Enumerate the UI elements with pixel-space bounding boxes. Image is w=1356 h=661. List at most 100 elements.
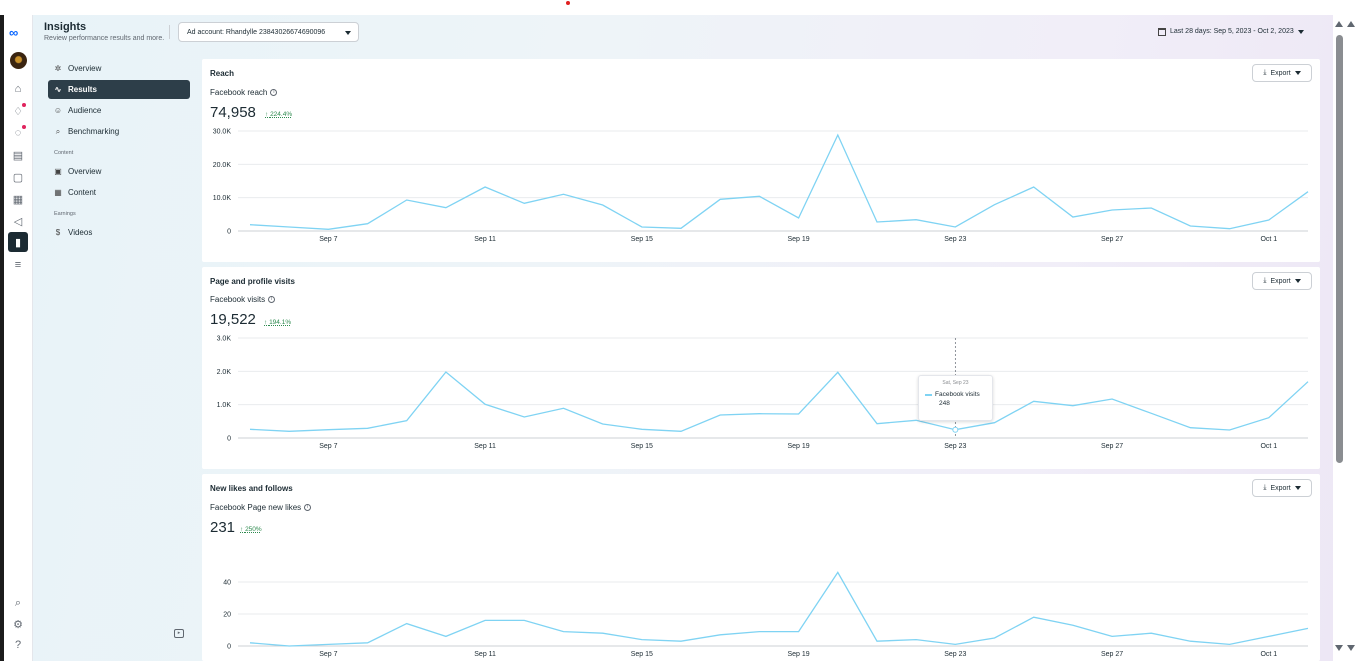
nav-item-label: Overview	[68, 167, 102, 176]
x-tick-label: Oct 1	[1260, 443, 1277, 450]
menu-icon[interactable]: ≡	[10, 257, 26, 273]
tooltip-series-name: Facebook visits	[935, 391, 980, 398]
contact-card-icon[interactable]: ▤	[10, 147, 26, 163]
notifications-icon[interactable]: ♢	[10, 103, 26, 119]
tooltip-value: 248	[939, 400, 950, 407]
nav-item-label: Content	[68, 188, 97, 197]
x-tick-label: Sep 27	[1101, 443, 1123, 450]
scroll-up-icon[interactable]	[1335, 21, 1343, 27]
nav-item-label: Overview	[68, 64, 102, 73]
nav-item-label: Benchmarking	[68, 127, 120, 136]
nav-item-results[interactable]: ∿ Results	[48, 80, 190, 99]
visits-card: Page and profile visits ⤓ Export Faceboo…	[202, 267, 1320, 469]
tooltip-date: Sat, Sep 23	[942, 380, 969, 386]
x-tick-label: Sep 15	[631, 236, 653, 243]
page-scrollbar[interactable]	[1333, 15, 1356, 661]
y-tick-label: 10.0K	[213, 195, 232, 202]
nav-item-content-overview[interactable]: ▣ Overview	[48, 162, 190, 181]
audience-icon: ☺	[53, 106, 63, 115]
y-tick-label: 30.0K	[213, 129, 232, 136]
nav-item-videos[interactable]: $ Videos	[48, 223, 190, 242]
x-tick-label: Sep 7	[319, 651, 337, 658]
help-icon[interactable]: ?	[10, 637, 26, 653]
x-tick-label: Sep 19	[787, 651, 809, 658]
top-strip	[0, 0, 1356, 15]
ads-megaphone-icon[interactable]: ◁	[10, 213, 26, 229]
x-tick-label: Oct 1	[1260, 651, 1277, 658]
x-tick-label: Sep 11	[474, 443, 496, 450]
nav-item-label: Videos	[68, 228, 93, 237]
benchmarking-icon: ⌕	[55, 126, 61, 136]
x-tick-label: Oct 1	[1260, 236, 1277, 243]
activity-icon[interactable]: ◌	[10, 125, 26, 141]
pages-icon[interactable]: ▢	[10, 169, 26, 185]
overview-icon: ✲	[54, 64, 62, 73]
likes-chart: 0 20 40 Sep 7 Sep 11 Sep 15 Sep 19 Sep 23 Sep 27…	[223, 571, 1309, 658]
home-icon[interactable]: ⌂	[10, 81, 26, 97]
reach-card: Reach ⤓ Export Facebook reach i 74,958 ↑…	[202, 59, 1320, 262]
series-swatch	[925, 393, 932, 396]
settings-icon[interactable]: ⚙	[10, 616, 26, 632]
collapse-sidebar-icon[interactable]: ▸	[174, 629, 184, 638]
y-tick-label: 0	[227, 644, 231, 651]
tooltip-series: Facebook visits	[925, 391, 986, 398]
calendar-icon	[1158, 27, 1166, 36]
nav-section-content: Content	[54, 150, 74, 156]
x-tick-label: Sep 15	[631, 443, 653, 450]
nav-item-benchmarking[interactable]: ⌕ Benchmarking	[48, 122, 190, 141]
nav-item-content[interactable]: ▦ Content	[48, 183, 190, 202]
date-range-picker[interactable]: Last 28 days: Sep 5, 2023 - Oct 2, 2023	[1158, 25, 1304, 38]
avatar[interactable]	[10, 52, 27, 69]
x-tick-label: Sep 7	[319, 443, 337, 450]
activity-badge	[22, 125, 26, 129]
dollar-icon: $	[55, 228, 61, 237]
y-tick-label: 20.0K	[213, 162, 232, 169]
page-title: Insights	[44, 21, 87, 33]
y-tick-label: 20	[223, 612, 231, 619]
x-tick-label: Sep 23	[944, 651, 966, 658]
y-tick-label: 3.0K	[217, 336, 232, 343]
recording-dot	[566, 1, 570, 5]
chevron-down-icon	[345, 31, 351, 35]
series-line	[249, 371, 1309, 432]
nav-item-label: Audience	[68, 106, 102, 115]
x-tick-label: Sep 27	[1101, 236, 1123, 243]
scroll-down-icon[interactable]	[1347, 645, 1355, 651]
y-tick-label: 0	[227, 436, 231, 443]
content-table-icon: ▦	[54, 188, 62, 197]
likes-card: New likes and follows ⤓ Export Facebook …	[202, 474, 1320, 661]
hover-point	[952, 426, 959, 433]
search-icon[interactable]: ⌕	[10, 595, 26, 611]
y-tick-label: 0	[227, 229, 231, 236]
nav-section-earnings: Earnings	[54, 211, 76, 217]
x-tick-label: Sep 19	[787, 236, 809, 243]
ad-account-label: Ad account: Rhandylle 23843026674690096	[187, 28, 326, 36]
grid-icon[interactable]: ▦	[10, 191, 26, 207]
x-tick-label: Sep 11	[474, 236, 496, 243]
content-overview-icon: ▣	[54, 167, 62, 176]
date-range-label: Last 28 days: Sep 5, 2023 - Oct 2, 2023	[1170, 28, 1294, 35]
nav-item-overview[interactable]: ✲ Overview	[48, 59, 190, 78]
scrollbar-thumb[interactable]	[1336, 35, 1343, 463]
nav-item-audience[interactable]: ☺ Audience	[48, 101, 190, 120]
scroll-down-icon[interactable]	[1335, 645, 1343, 651]
x-tick-label: Sep 23	[944, 236, 966, 243]
global-nav-rail: ∞ ⌂ ♢ ◌ ▤ ▢ ▦ ◁ ▮ ≡ ⌕ ⚙ ?	[4, 15, 33, 661]
ad-account-dropdown[interactable]: Ad account: Rhandylle 23843026674690096	[178, 22, 359, 42]
x-tick-label: Sep 11	[474, 651, 496, 658]
y-tick-label: 40	[223, 580, 231, 587]
insights-icon[interactable]: ▮	[8, 232, 28, 252]
meta-logo[interactable]: ∞	[9, 25, 18, 40]
insights-app: ∞ ⌂ ♢ ◌ ▤ ▢ ▦ ◁ ▮ ≡ ⌕ ⚙ ? Insights Revie…	[0, 0, 1356, 661]
y-tick-label: 1.0K	[217, 402, 232, 409]
visits-chart: 0 1.0K 2.0K 3.0K Sep 7 Sep 11 Sep 15 Sep 19 Sep …	[217, 336, 1309, 450]
y-tick-label: 2.0K	[217, 369, 232, 376]
series-line	[249, 133, 1309, 230]
x-tick-label: Sep 23	[944, 443, 966, 450]
scroll-up-icon[interactable]	[1347, 21, 1355, 27]
x-tick-label: Sep 7	[319, 236, 337, 243]
notification-badge	[22, 103, 26, 107]
x-tick-label: Sep 15	[631, 651, 653, 658]
x-tick-label: Sep 27	[1101, 651, 1123, 658]
chart-tooltip: Sat, Sep 23 Facebook visits 248	[918, 375, 993, 421]
